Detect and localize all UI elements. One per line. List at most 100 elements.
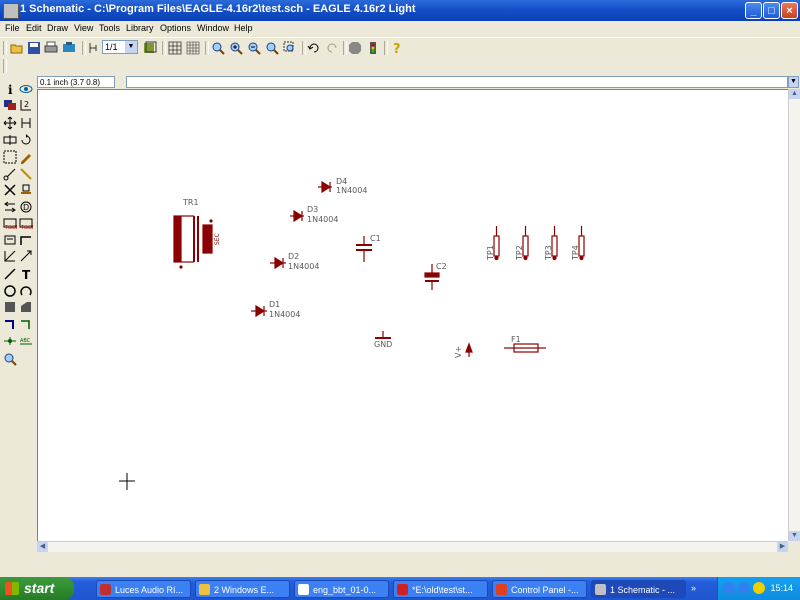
menu-bar: File Edit Draw View Tools Library Option…	[0, 21, 800, 37]
copy-icon[interactable]	[19, 116, 33, 130]
zoom-select-icon[interactable]	[283, 41, 297, 55]
redo-icon[interactable]	[325, 41, 339, 55]
task-button[interactable]: 2 Windows E...	[195, 580, 290, 598]
rotate-icon[interactable]	[19, 133, 33, 147]
mirror-icon[interactable]	[3, 133, 17, 147]
scroll-left-icon[interactable]: ◀	[37, 542, 48, 552]
rect-icon[interactable]	[3, 300, 17, 314]
task-button[interactable]: *E:\old\test\st...	[393, 580, 488, 598]
move-icon[interactable]	[3, 116, 17, 130]
pinswap-icon[interactable]	[3, 200, 17, 214]
split-icon[interactable]: TOOL	[19, 216, 33, 230]
menu-view[interactable]: View	[74, 23, 93, 33]
menu-edit[interactable]: Edit	[26, 23, 42, 33]
erc-icon[interactable]	[3, 352, 17, 366]
smash-icon[interactable]	[3, 249, 17, 263]
stop-icon[interactable]	[348, 41, 362, 55]
scroll-right-icon[interactable]: ▶	[777, 542, 788, 552]
menu-tools[interactable]: Tools	[99, 23, 120, 33]
schematic-drawing	[119, 180, 585, 490]
menu-window[interactable]: Window	[197, 23, 229, 33]
sheet-select[interactable]: 1/1 ▼	[102, 40, 138, 54]
gateswap-icon[interactable]: TOOL	[3, 216, 17, 230]
tray-icon[interactable]	[738, 582, 750, 594]
eagle-icon	[595, 584, 606, 595]
delete-icon[interactable]	[3, 183, 17, 197]
circle-icon[interactable]	[3, 284, 17, 298]
scroll-up-icon[interactable]: ▲	[789, 89, 800, 99]
d2-name-label: D2	[288, 252, 300, 261]
info-icon[interactable]: i	[3, 82, 17, 96]
add-icon[interactable]	[19, 183, 33, 197]
show-icon[interactable]	[19, 82, 33, 96]
minimize-button[interactable]: _	[745, 2, 762, 19]
zoom-in-icon[interactable]	[229, 41, 243, 55]
gnd-label: GND	[374, 340, 393, 349]
wire-icon[interactable]	[3, 267, 17, 281]
task-button[interactable]: Control Panel -...	[492, 580, 587, 598]
undo-icon[interactable]	[307, 41, 321, 55]
zoom-fit-icon[interactable]	[211, 41, 225, 55]
menu-options[interactable]: Options	[160, 23, 191, 33]
invoke-icon[interactable]	[3, 233, 17, 247]
menu-draw[interactable]: Draw	[47, 23, 68, 33]
task-label: Control Panel -...	[511, 585, 579, 595]
close-button[interactable]: ×	[781, 2, 798, 19]
schematic-canvas[interactable]: TR1 PRI SEC D4 1N4004 D3 1N4004 D2 1N400…	[37, 89, 789, 542]
task-button-active[interactable]: 1 Schematic - ...	[591, 580, 686, 598]
layer-icon[interactable]	[143, 41, 157, 55]
go-icon[interactable]	[366, 41, 380, 55]
wire-bend-icon[interactable]	[19, 233, 33, 247]
menu-library[interactable]: Library	[126, 23, 154, 33]
replace-icon[interactable]: D	[19, 200, 33, 214]
svg-text:D: D	[23, 203, 29, 212]
zoom-out-icon[interactable]	[247, 41, 261, 55]
maximize-button[interactable]: □	[763, 2, 780, 19]
menu-file[interactable]: File	[5, 23, 20, 33]
grid-fine-icon[interactable]	[186, 41, 200, 55]
mark-icon[interactable]: 2	[19, 98, 33, 112]
save-icon[interactable]	[27, 41, 41, 55]
grid-icon[interactable]	[168, 41, 182, 55]
tray-smiley-icon[interactable]	[753, 582, 765, 594]
redraw-icon[interactable]	[265, 41, 279, 55]
group-icon[interactable]	[3, 150, 17, 164]
start-button[interactable]: start	[0, 577, 74, 600]
cam-icon[interactable]	[62, 41, 76, 55]
menu-help[interactable]: Help	[234, 23, 253, 33]
text-icon[interactable]: T	[19, 267, 33, 281]
arc-icon[interactable]	[19, 284, 33, 298]
horizontal-scrollbar[interactable]: ◀ ▶	[37, 541, 788, 552]
vertical-scrollbar[interactable]: ▲ ▼	[788, 89, 800, 541]
help-icon[interactable]: ?	[390, 41, 404, 55]
command-input[interactable]	[126, 76, 788, 88]
value-icon[interactable]	[19, 249, 33, 263]
chevron-down-icon[interactable]: ▼	[125, 41, 137, 53]
paste-icon[interactable]	[19, 167, 33, 181]
document-icon	[298, 584, 309, 595]
task-button[interactable]: Luces Audio Rí...	[96, 580, 191, 598]
print-icon[interactable]	[44, 41, 58, 55]
task-button[interactable]: eng_bbt_01-0...	[294, 580, 389, 598]
display-icon[interactable]	[3, 98, 17, 112]
label-icon[interactable]: ABC	[19, 334, 33, 348]
tray-icon[interactable]	[723, 582, 735, 594]
command-history-dropdown[interactable]: ▼	[788, 76, 799, 88]
net-icon[interactable]	[19, 317, 33, 331]
use-library-icon[interactable]	[87, 41, 101, 55]
bus-icon[interactable]	[3, 317, 17, 331]
toolbar-separator	[302, 41, 306, 55]
windows-flag-icon	[5, 582, 19, 595]
polygon-icon[interactable]	[19, 300, 33, 314]
change-icon[interactable]	[19, 150, 33, 164]
open-icon[interactable]	[10, 41, 24, 55]
svg-text:TOOL: TOOL	[4, 225, 17, 230]
junction-icon[interactable]	[3, 334, 17, 348]
fuse-f1-symbol	[504, 343, 546, 353]
task-label: *E:\old\test\st...	[412, 585, 473, 595]
scroll-down-icon[interactable]: ▼	[789, 531, 800, 541]
app-icon[interactable]	[3, 3, 19, 19]
quick-launch-more[interactable]: »	[691, 583, 711, 595]
diode-d3-symbol	[290, 209, 304, 223]
cut-icon[interactable]	[3, 167, 17, 181]
